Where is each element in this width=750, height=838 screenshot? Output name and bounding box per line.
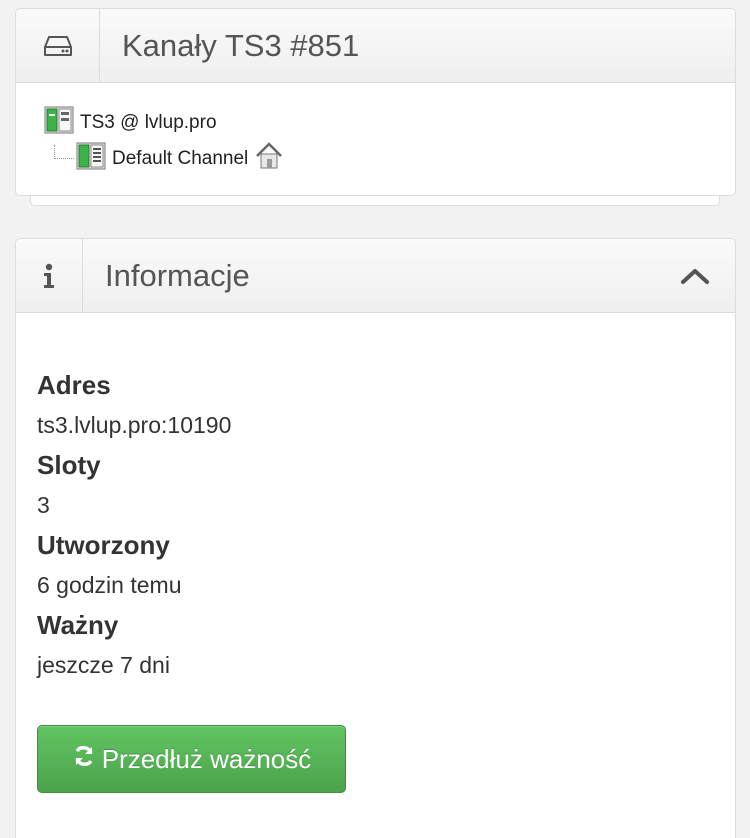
info-widget: Informacje Adres ts3.lvlup.pro:10190 Slo… bbox=[15, 238, 736, 838]
channel-tree: TS3 @ lvlup.pro Default Channel bbox=[16, 83, 735, 177]
server-icon bbox=[44, 106, 80, 140]
info-widget-header: Informacje bbox=[16, 239, 735, 313]
slots-label: Sloty bbox=[37, 450, 101, 480]
tree-connector bbox=[54, 145, 74, 159]
server-label: TS3 @ lvlup.pro bbox=[80, 112, 217, 133]
hdd-icon bbox=[16, 9, 100, 82]
widget-bottom-edge bbox=[30, 196, 720, 206]
extend-button-label: Przedłuż ważność bbox=[101, 743, 312, 774]
address-label: Adres bbox=[37, 370, 111, 400]
info-widget-title: Informacje bbox=[105, 257, 250, 293]
tree-server-row[interactable]: TS3 @ lvlup.pro bbox=[44, 105, 735, 141]
valid-value: jeszcze 7 dni bbox=[37, 652, 170, 678]
created-label: Utworzony bbox=[37, 530, 170, 560]
chevron-up-icon[interactable] bbox=[655, 239, 735, 312]
channels-widget-header: Kanały TS3 #851 bbox=[16, 9, 735, 83]
info-list: Adres ts3.lvlup.pro:10190 Sloty 3 Utworz… bbox=[16, 313, 735, 793]
address-value: ts3.lvlup.pro:10190 bbox=[37, 412, 232, 438]
info-icon bbox=[16, 239, 83, 312]
slots-value: 3 bbox=[37, 492, 50, 518]
extend-validity-button[interactable]: Przedłuż ważność bbox=[37, 725, 346, 793]
home-icon bbox=[248, 141, 284, 177]
channel-icon bbox=[76, 142, 112, 176]
channels-widget: Kanały TS3 #851 TS3 @ lvlup.pro Default … bbox=[15, 8, 736, 196]
valid-label: Ważny bbox=[37, 610, 119, 640]
refresh-icon bbox=[72, 744, 96, 775]
channel-label: Default Channel bbox=[112, 148, 249, 169]
channels-widget-title: Kanały TS3 #851 bbox=[122, 27, 360, 63]
tree-channel-row[interactable]: Default Channel bbox=[54, 141, 735, 177]
created-value: 6 godzin temu bbox=[37, 572, 182, 598]
